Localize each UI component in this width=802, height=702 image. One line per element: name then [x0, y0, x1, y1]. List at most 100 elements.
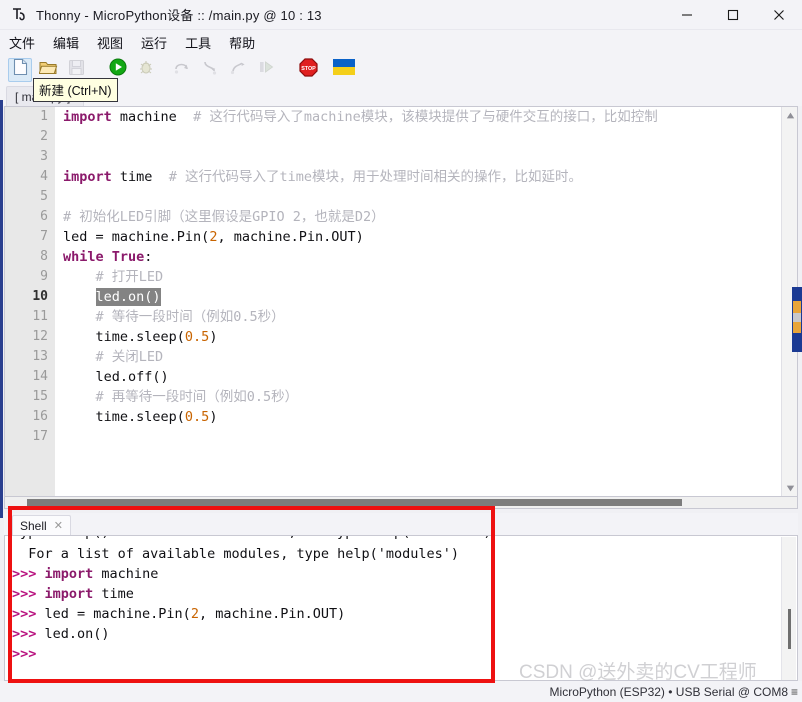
line-number: 10	[32, 289, 48, 304]
code-line[interactable]: import time # 这行代码导入了time模块，用于处理时间相关的操作，…	[55, 167, 783, 187]
status-menu-icon[interactable]: ≡	[791, 685, 798, 699]
scroll-up-arrow-icon[interactable]	[782, 107, 797, 123]
minimize-button[interactable]	[664, 0, 710, 30]
shell-vertical-scrollbar[interactable]	[781, 537, 796, 680]
line-number: 6	[40, 209, 48, 224]
code-token: # 再等待一段时间（例如0.5秒）	[63, 389, 299, 405]
new-file-button[interactable]	[8, 57, 32, 82]
menu-item-view[interactable]: 视图	[88, 31, 132, 54]
code-token: led.off()	[63, 369, 169, 385]
code-line[interactable]: time.sleep(0.5)	[55, 327, 783, 347]
code-line[interactable]: # 打开LED	[55, 267, 783, 287]
shell-vscroll-thumb[interactable]	[788, 609, 791, 649]
menu-item-run[interactable]: 运行	[132, 31, 176, 54]
code-text-area[interactable]: import machine # 这行代码导入了machine模块，该模块提供了…	[55, 107, 783, 496]
editor-tab-strip: [ main.py ]	[0, 84, 802, 106]
code-line[interactable]: time.sleep(0.5)	[55, 407, 783, 427]
code-token: import	[63, 169, 112, 185]
menu-item-help[interactable]: 帮助	[220, 31, 264, 54]
code-line[interactable]: led = machine.Pin(2, machine.Pin.OUT)	[55, 227, 783, 247]
code-token: # 关闭LED	[63, 349, 164, 365]
shell-line[interactable]: >>>	[5, 644, 767, 664]
close-button[interactable]	[756, 0, 802, 30]
code-line[interactable]: led.off()	[55, 367, 783, 387]
code-line[interactable]: # 初始化LED引脚（这里假设是GPIO 2，也就是D2）	[55, 207, 783, 227]
code-token: led = machine.Pin(	[63, 229, 210, 245]
code-line[interactable]	[55, 147, 783, 167]
code-token: 0.5	[184, 329, 210, 345]
shell-tab[interactable]: Shell ✕	[12, 515, 71, 535]
step-over-icon	[173, 59, 191, 80]
code-token: machine	[111, 109, 194, 125]
code-token: # 打开LED	[63, 269, 164, 285]
code-editor[interactable]: 1 2 3 4 5 6 7 8 9 10 11 12 13 14 15 16 17 import machine…	[4, 106, 798, 497]
menu-item-file[interactable]: 文件	[0, 31, 44, 54]
step-over-button[interactable]	[170, 58, 194, 82]
shell-output-clip: Type "help()" for more information, or t…	[5, 536, 767, 680]
step-out-button[interactable]	[226, 58, 250, 82]
code-line[interactable]: import machine # 这行代码导入了machine模块，该模块提供了…	[55, 107, 783, 127]
shell-prompt: >>>	[12, 586, 45, 602]
code-line[interactable]: while True:	[55, 247, 783, 267]
stop-button[interactable]: STOP	[296, 57, 320, 82]
line-number: 13	[32, 349, 48, 364]
shell-line[interactable]: >>> import machine	[5, 564, 767, 584]
interpreter-status[interactable]: MicroPython (ESP32) • USB Serial @ COM8	[550, 685, 788, 699]
window-title: Thonny - MicroPython设备 :: /main.py @ 10 …	[36, 8, 322, 23]
code-line[interactable]	[55, 187, 783, 207]
code-line[interactable]	[55, 127, 783, 147]
line-number: 17	[32, 429, 48, 444]
code-token: led.on()	[95, 288, 161, 306]
shell-line[interactable]: For a list of available modules, type he…	[5, 544, 767, 564]
shell-line[interactable]: >>> led.on()	[5, 624, 767, 644]
close-icon[interactable]: ✕	[54, 519, 63, 532]
shell-token: machine	[93, 566, 159, 582]
new-file-tooltip: 新建 (Ctrl+N)	[33, 78, 118, 102]
maximize-button[interactable]	[710, 0, 756, 30]
debug-bug-icon	[137, 58, 155, 81]
shell-line[interactable]: >>> led = machine.Pin(2, machine.Pin.OUT…	[5, 604, 767, 624]
step-into-button[interactable]	[198, 58, 222, 82]
line-number: 2	[40, 129, 48, 144]
thonny-logo-icon	[10, 6, 28, 24]
step-into-icon	[201, 59, 219, 80]
support-ukraine-button[interactable]	[332, 58, 356, 82]
menu-item-edit[interactable]: 编辑	[44, 31, 88, 54]
shell-line[interactable]: >>> import time	[5, 584, 767, 604]
code-token: # 这行代码导入了machine模块，该模块提供了与硬件交互的接口，比如控制	[193, 109, 658, 125]
shell-prompt: >>>	[12, 606, 45, 622]
background-window-sliver-inner2	[793, 313, 801, 322]
line-number: 11	[32, 309, 48, 324]
shell-token: , machine.Pin.OUT)	[198, 606, 346, 622]
resume-button[interactable]	[254, 58, 278, 82]
code-token: # 等待一段时间（例如0.5秒）	[63, 309, 285, 325]
stop-sign-icon: STOP	[298, 57, 318, 82]
scroll-down-arrow-icon[interactable]	[782, 480, 797, 496]
editor-hscroll-thumb[interactable]	[27, 499, 682, 506]
code-line[interactable]: # 再等待一段时间（例如0.5秒）	[55, 387, 783, 407]
editor-horizontal-scrollbar[interactable]	[4, 497, 798, 509]
shell-token: For a list of available modules, type he…	[12, 546, 460, 562]
shell-output-area[interactable]: Type "help()" for more information, or t…	[4, 535, 798, 681]
line-number-gutter: 1 2 3 4 5 6 7 8 9 10 11 12 13 14 15 16 17	[5, 107, 55, 496]
code-line[interactable]: # 关闭LED	[55, 347, 783, 367]
line-number: 5	[40, 189, 48, 204]
debug-script-button[interactable]	[134, 58, 158, 82]
shell-panel: Shell ✕ Type "help()" for more informati…	[4, 513, 798, 681]
shell-tab-label: Shell	[20, 518, 47, 533]
new-document-icon	[12, 58, 29, 81]
code-token: , machine.Pin.OUT)	[217, 229, 364, 245]
code-token: :	[144, 249, 153, 265]
code-token: # 初始化LED引脚（这里假设是GPIO 2，也就是D2）	[63, 209, 385, 225]
code-line[interactable]: led.on()	[55, 287, 783, 307]
code-token: time	[111, 169, 169, 185]
code-line[interactable]	[55, 427, 783, 447]
code-line[interactable]: # 等待一段时间（例如0.5秒）	[55, 307, 783, 327]
code-token: time.sleep(	[63, 329, 185, 345]
shell-tab-strip: Shell ✕	[4, 513, 798, 535]
menu-item-tools[interactable]: 工具	[176, 31, 220, 54]
svg-text:STOP: STOP	[301, 66, 316, 72]
line-number: 1	[40, 109, 48, 124]
left-edge-accent	[0, 100, 3, 518]
